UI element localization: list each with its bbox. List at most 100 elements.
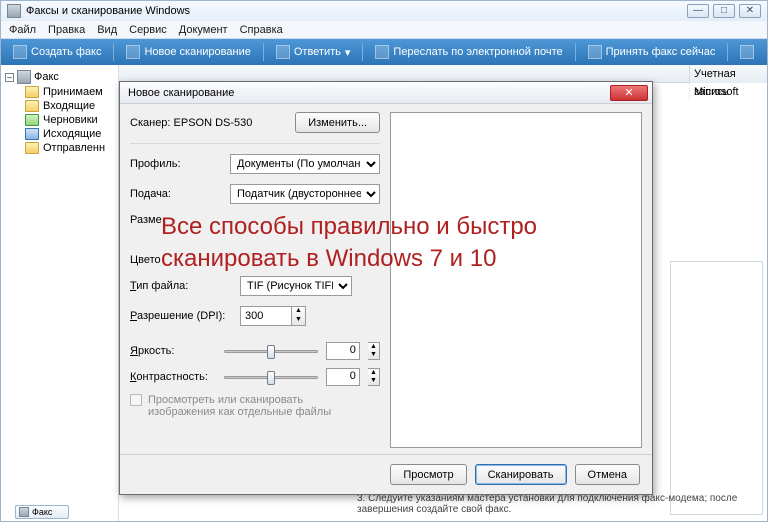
feed-select[interactable]: Податчик (двустороннее сканир [230,184,380,204]
taskbar-thumb[interactable]: Факс [15,505,69,519]
reply-label: Ответить [294,46,341,58]
folder-icon [25,86,39,98]
new-fax-button[interactable]: Создать факс [7,43,107,61]
feed-label: Подача: [130,188,224,200]
sidebar-item-label: Исходящие [43,128,101,140]
titlebar: Факсы и сканирование Windows — □ ✕ [1,1,767,21]
change-scanner-button[interactable]: Изменить... [295,112,380,133]
brightness-slider[interactable] [224,342,318,360]
separator [727,43,728,61]
app-window: Факсы и сканирование Windows — □ ✕ Файл … [0,0,768,522]
sidebar-item-outbox[interactable]: Исходящие [3,127,116,141]
colorformat-label: Цвето [130,254,234,266]
filetype-select[interactable]: TIF (Рисунок TIFF) [240,276,352,296]
chevron-down-icon: ▾ [345,46,351,59]
contrast-value[interactable]: 0 [326,368,360,386]
new-scan-dialog: Новое сканирование ✕ Сканер: EPSON DS-53… [119,81,653,495]
separator [263,43,264,61]
chevron-up-icon[interactable]: ▲ [292,307,305,316]
menu-view[interactable]: Вид [97,24,117,36]
menu-edit[interactable]: Правка [48,24,85,36]
toolbar: Создать факс Новое сканирование Ответить… [1,39,767,65]
dialog-title: Новое сканирование [128,87,234,99]
fax-icon [19,507,29,517]
folder-icon [25,100,39,112]
close-button[interactable]: ✕ [739,4,761,18]
sidebar-item-sent[interactable]: Отправленн [3,141,116,155]
separate-files-label: Просмотреть или сканировать изображения … [148,394,358,418]
folder-icon [25,128,39,140]
profile-label: Профиль: [130,158,224,170]
chevron-down-icon[interactable]: ▼ [292,316,305,325]
dpi-label: Разрешение (DPI): [130,310,234,322]
separate-files-checkbox[interactable] [130,394,142,406]
scanner-icon [126,45,140,59]
filetype-label: Тип файла: [130,280,234,292]
separator [362,43,363,61]
folder-icon [25,142,39,154]
wizard-hint-text: 3. Следуйте указаниям мастера установки … [357,493,753,515]
chevron-up-icon[interactable]: ▲ [368,369,379,377]
menu-help[interactable]: Справка [240,24,283,36]
separator [113,43,114,61]
new-fax-label: Создать факс [31,46,101,58]
menu-file[interactable]: Файл [9,24,36,36]
separator [575,43,576,61]
preview-area [390,104,652,494]
receive-now-button[interactable]: Принять факс сейчас [582,43,722,61]
chevron-down-icon[interactable]: ▼ [368,377,379,385]
menu-document[interactable]: Документ [179,24,228,36]
menubar: Файл Правка Вид Сервис Документ Справка [1,21,767,39]
spinner-arrows[interactable]: ▲▼ [292,306,306,326]
preview-button[interactable]: Просмотр [390,464,466,485]
window-title: Факсы и сканирование Windows [26,1,190,21]
chevron-down-icon[interactable]: ▼ [368,351,379,359]
dpi-spinner[interactable]: ▲▼ [240,306,306,326]
folder-icon [25,114,39,126]
maximize-button[interactable]: □ [713,4,735,18]
tree-root-label: Факс [34,71,59,83]
fax-icon [17,70,31,84]
window-controls: — □ ✕ [687,4,761,18]
sidebar-item-inbox[interactable]: Входящие [3,99,116,113]
chevron-up-icon[interactable]: ▲ [368,343,379,351]
column-header-account[interactable]: Учетная запись [689,65,767,83]
minimize-button[interactable]: — [687,4,709,18]
dialog-footer: Просмотр Сканировать Отмена [120,454,652,494]
dialog-close-button[interactable]: ✕ [610,85,648,101]
receive-icon [588,45,602,59]
slider-thumb[interactable] [267,371,275,385]
sidebar-item-label: Отправленн [43,142,105,154]
sidebar-item-drafts[interactable]: Черновики [3,113,116,127]
forward-button[interactable]: Переслать по электронной почте [369,43,568,61]
reply-icon [276,45,290,59]
cancel-button[interactable]: Отмена [575,464,640,485]
spinner-arrows[interactable]: ▲▼ [368,342,380,360]
sidebar-item-label: Входящие [43,100,95,112]
menu-tools[interactable]: Сервис [129,24,167,36]
tree-toggle-icon[interactable]: – [5,73,14,82]
slider-thumb[interactable] [267,345,275,359]
account-column: Учетная запись Microsoft [689,65,767,105]
scan-button[interactable]: Сканировать [475,464,567,485]
new-scan-button[interactable]: Новое сканирование [120,43,256,61]
fax-icon [13,45,27,59]
toolbar-extra-button[interactable] [734,43,760,61]
contrast-slider[interactable] [224,368,318,386]
scanner-label: Сканер: EPSON DS-530 [130,117,252,129]
brightness-label: Яркость: [130,345,216,357]
sidebar-item-incoming-now[interactable]: Принимаем [3,85,116,99]
dialog-body: Сканер: EPSON DS-530 Изменить... Профиль… [120,104,652,494]
dpi-input[interactable] [240,306,292,326]
profile-select[interactable]: Документы (По умолчанию) [230,154,380,174]
taskbar-thumb-label: Факс [32,507,52,517]
receive-now-label: Принять факс сейчас [606,46,716,58]
preview-pane-border [670,261,763,515]
sidebar-item-label: Черновики [43,114,98,126]
sidebar: – Факс Принимаем Входящие Черновики Исхо… [1,65,119,521]
spinner-arrows[interactable]: ▲▼ [368,368,380,386]
sidebar-item-label: Принимаем [43,86,103,98]
tree-root-fax[interactable]: – Факс [3,69,116,85]
reply-button[interactable]: Ответить ▾ [270,43,357,61]
brightness-value[interactable]: 0 [326,342,360,360]
